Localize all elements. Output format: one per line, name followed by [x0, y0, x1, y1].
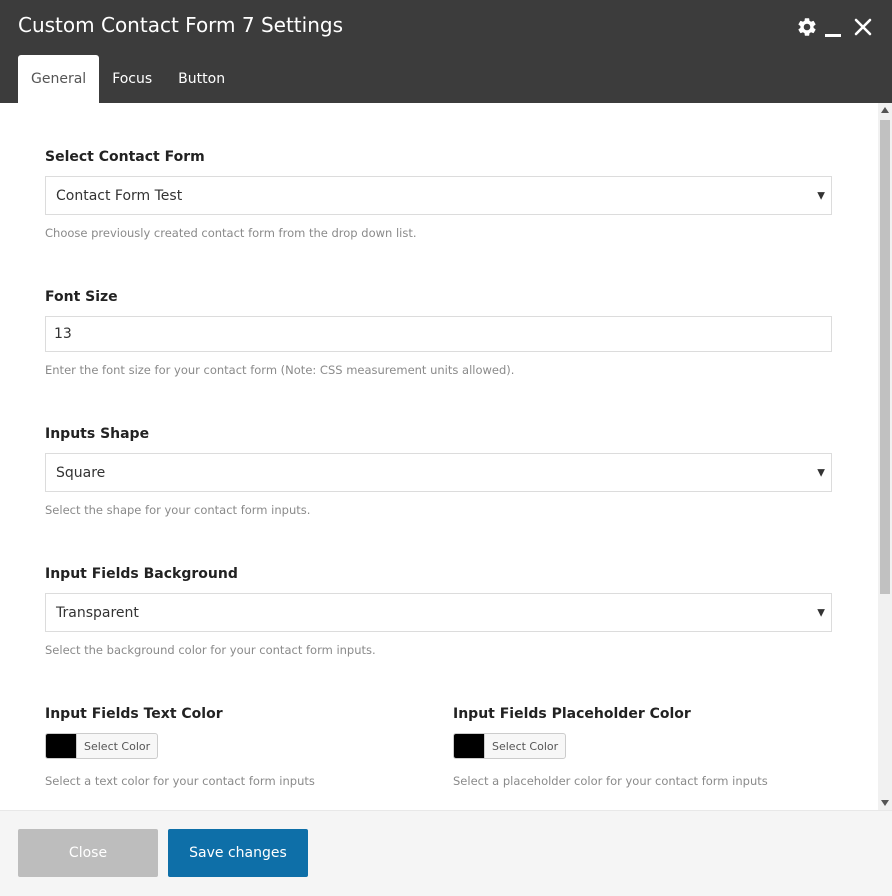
- tab-focus[interactable]: Focus: [99, 55, 165, 103]
- minimize-icon: [825, 34, 841, 37]
- placeholder-color-label: Input Fields Placeholder Color: [453, 706, 691, 722]
- inputs-shape-select-value: Square: [56, 464, 106, 481]
- input-background-select[interactable]: Transparent ▼: [45, 593, 832, 632]
- close-window-button[interactable]: [850, 14, 876, 40]
- caret-up-icon: [881, 107, 889, 113]
- scrollbar-thumb[interactable]: [880, 120, 890, 594]
- input-background-select-value: Transparent: [56, 604, 139, 621]
- close-button[interactable]: Close: [18, 829, 158, 877]
- scroll-down-button[interactable]: [878, 796, 892, 810]
- scroll-up-button[interactable]: [878, 103, 892, 117]
- dialog-footer: Close Save changes: [0, 810, 892, 896]
- contact-form-select[interactable]: Contact Form Test ▼: [45, 176, 832, 215]
- contact-form-label: Select Contact Form: [45, 149, 205, 165]
- minimize-button[interactable]: [822, 14, 844, 40]
- tab-general[interactable]: General: [18, 55, 100, 103]
- close-icon: [854, 18, 872, 36]
- tab-button[interactable]: Button: [165, 55, 238, 103]
- caret-down-icon: [881, 800, 889, 806]
- input-background-label: Input Fields Background: [45, 566, 238, 582]
- dropdown-arrow-icon: ▼: [817, 467, 825, 478]
- text-color-label: Input Fields Text Color: [45, 706, 223, 722]
- dialog-header: Custom Contact Form 7 Settings General F…: [0, 0, 892, 103]
- placeholder-color-button-label: Select Color: [492, 739, 559, 753]
- dropdown-arrow-icon: ▼: [817, 190, 825, 201]
- text-color-picker-button[interactable]: Select Color: [45, 733, 159, 759]
- tab-bar: General Focus Button: [18, 55, 238, 103]
- settings-panel: Select Contact Form Contact Form Test ▼ …: [0, 103, 878, 810]
- placeholder-color-picker-button[interactable]: Select Color: [453, 733, 567, 759]
- text-color-help: Select a text color for your contact for…: [45, 774, 315, 788]
- font-size-input[interactable]: [45, 316, 832, 352]
- placeholder-color-help: Select a placeholder color for your cont…: [453, 774, 768, 788]
- inputs-shape-select[interactable]: Square ▼: [45, 453, 832, 492]
- font-size-label: Font Size: [45, 289, 118, 305]
- inputs-shape-label: Inputs Shape: [45, 426, 150, 442]
- settings-button[interactable]: [794, 14, 820, 40]
- save-changes-button[interactable]: Save changes: [168, 829, 308, 877]
- gear-icon: [798, 18, 816, 36]
- vertical-scrollbar[interactable]: [878, 103, 892, 810]
- dropdown-arrow-icon: ▼: [817, 607, 825, 618]
- placeholder-color-swatch: [454, 734, 485, 758]
- inputs-shape-help: Select the shape for your contact form i…: [45, 503, 311, 517]
- font-size-help: Enter the font size for your contact for…: [45, 363, 515, 377]
- text-color-button-label: Select Color: [84, 739, 151, 753]
- input-background-help: Select the background color for your con…: [45, 643, 376, 657]
- contact-form-select-value: Contact Form Test: [56, 187, 183, 204]
- contact-form-help: Choose previously created contact form f…: [45, 226, 417, 240]
- text-color-swatch: [46, 734, 77, 758]
- dialog-title: Custom Contact Form 7 Settings: [18, 13, 343, 37]
